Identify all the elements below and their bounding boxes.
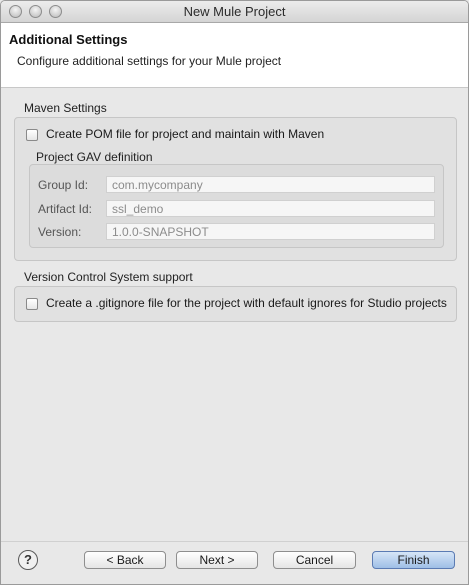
vcs-support-group: Create a .gitignore file for the project… bbox=[14, 286, 457, 322]
next-button[interactable]: Next > bbox=[176, 551, 258, 569]
title-bar[interactable]: New Mule Project bbox=[1, 1, 468, 23]
project-gav-group: Group Id: Artifact Id: Version: bbox=[29, 164, 444, 248]
artifact-id-field[interactable] bbox=[106, 200, 435, 217]
page-title: Additional Settings bbox=[9, 32, 128, 47]
maven-settings-label: Maven Settings bbox=[24, 101, 107, 115]
create-pom-label[interactable]: Create POM file for project and maintain… bbox=[46, 127, 324, 141]
project-gav-label: Project GAV definition bbox=[36, 150, 153, 164]
vcs-support-label: Version Control System support bbox=[24, 270, 193, 284]
window-title: New Mule Project bbox=[183, 4, 286, 19]
gitignore-label-clip: Create a .gitignore file for the project… bbox=[46, 296, 448, 312]
page-subtitle: Configure additional settings for your M… bbox=[17, 54, 282, 68]
cancel-button[interactable]: Cancel bbox=[273, 551, 356, 569]
group-id-field[interactable] bbox=[106, 176, 435, 193]
back-button[interactable]: < Back bbox=[84, 551, 166, 569]
new-mule-project-dialog: New Mule Project Additional Settings Con… bbox=[0, 0, 469, 585]
artifact-id-label: Artifact Id: bbox=[38, 202, 93, 216]
wizard-header: Additional Settings Configure additional… bbox=[1, 23, 468, 88]
group-id-label: Group Id: bbox=[38, 178, 89, 192]
gitignore-checkbox[interactable] bbox=[26, 298, 38, 310]
version-field[interactable] bbox=[106, 223, 435, 240]
maven-settings-group: Create POM file for project and maintain… bbox=[14, 117, 457, 261]
gitignore-label[interactable]: Create a .gitignore file for the project… bbox=[46, 296, 447, 310]
create-pom-checkbox[interactable] bbox=[26, 129, 38, 141]
version-label: Version: bbox=[38, 225, 82, 239]
finish-button[interactable]: Finish bbox=[372, 551, 455, 569]
help-icon[interactable]: ? bbox=[18, 550, 38, 570]
